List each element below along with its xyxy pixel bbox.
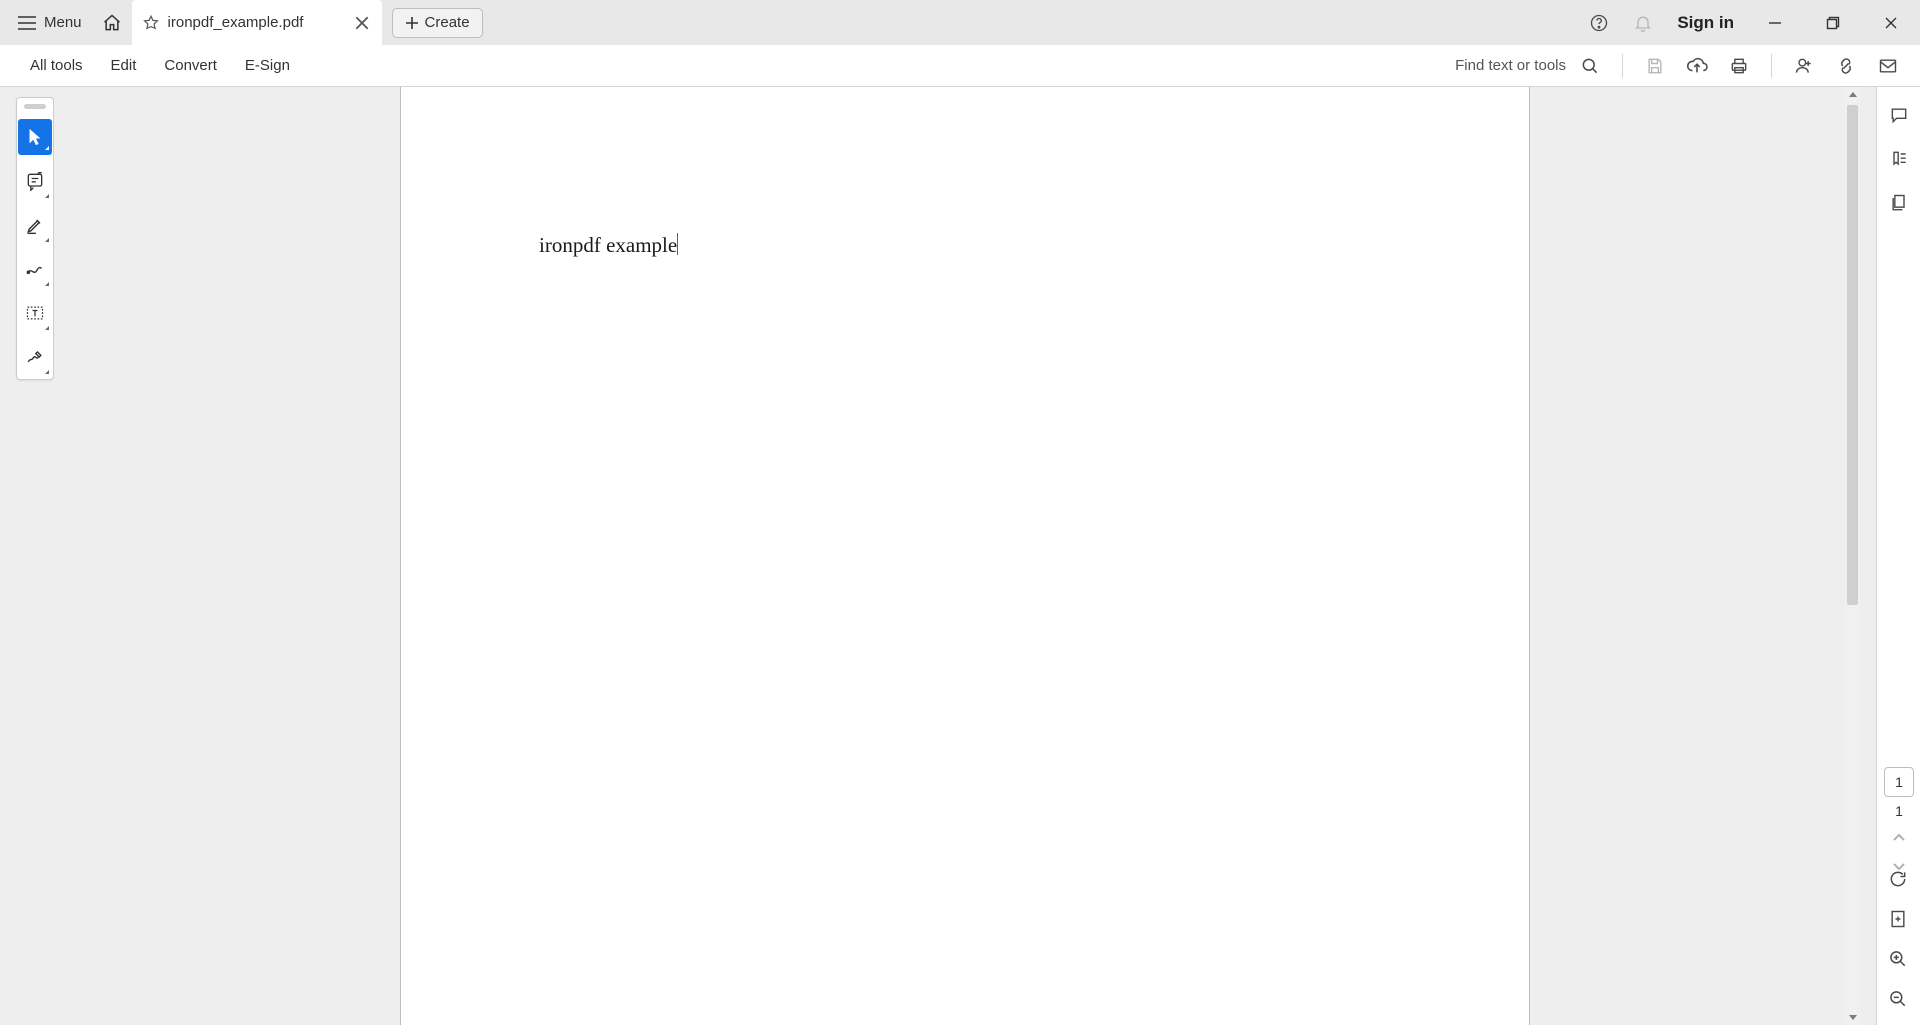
toolbar-esign[interactable]: E-Sign xyxy=(231,49,304,82)
bookmarks-panel-button[interactable] xyxy=(1881,141,1917,177)
cursor-icon xyxy=(26,127,44,147)
fit-page-icon xyxy=(1888,909,1908,929)
chevron-up-icon xyxy=(1892,832,1906,842)
comment-icon xyxy=(1889,105,1909,125)
notifications-button[interactable] xyxy=(1621,1,1665,45)
bell-icon xyxy=(1633,13,1653,33)
rotate-icon xyxy=(1888,869,1908,889)
envelope-icon xyxy=(1878,56,1898,76)
toolbar-all-tools[interactable]: All tools xyxy=(16,49,97,82)
minimize-icon xyxy=(1768,16,1782,30)
zoom-out-button[interactable] xyxy=(1882,983,1914,1015)
scroll-down-arrow[interactable] xyxy=(1845,1009,1860,1025)
signature-icon xyxy=(25,347,45,367)
scroll-thumb[interactable] xyxy=(1847,105,1858,605)
save-icon xyxy=(1645,56,1665,76)
menu-label: Menu xyxy=(44,14,82,31)
zoom-in-button[interactable] xyxy=(1882,943,1914,975)
main-area: ironpdf example 1 1 xyxy=(0,87,1920,1025)
text-caret xyxy=(677,233,678,255)
create-button[interactable]: Create xyxy=(392,8,483,38)
titlebar: Menu ironpdf_example.pdf Create Sign in xyxy=(0,0,1920,45)
toolbar-edit[interactable]: Edit xyxy=(97,49,151,82)
sticky-note-tool-button[interactable] xyxy=(18,159,52,203)
zoom-in-icon xyxy=(1888,949,1908,969)
toolbar-left: All tools Edit Convert E-Sign xyxy=(0,49,304,82)
left-toolbox xyxy=(16,97,54,380)
fit-page-button[interactable] xyxy=(1882,903,1914,935)
window-minimize-button[interactable] xyxy=(1746,1,1804,45)
plus-icon xyxy=(405,16,419,30)
chevron-down-icon xyxy=(1848,1013,1858,1021)
window-close-button[interactable] xyxy=(1862,1,1920,45)
text-box-icon xyxy=(25,303,45,323)
save-button[interactable] xyxy=(1635,48,1675,84)
document-tab[interactable]: ironpdf_example.pdf xyxy=(132,0,382,45)
toolbar: All tools Edit Convert E-Sign Find text … xyxy=(0,45,1920,87)
window-restore-button[interactable] xyxy=(1804,1,1862,45)
draw-tool-button[interactable] xyxy=(18,247,52,291)
link-icon xyxy=(1836,56,1856,76)
highlighter-icon xyxy=(25,215,45,235)
share-link-button[interactable] xyxy=(1826,48,1866,84)
star-icon xyxy=(142,14,160,32)
home-icon xyxy=(102,13,122,33)
thumbnails-panel-button[interactable] xyxy=(1881,185,1917,221)
find-label: Find text or tools xyxy=(1455,57,1568,74)
draw-icon xyxy=(25,259,45,279)
signin-button[interactable]: Sign in xyxy=(1665,13,1746,33)
search-icon xyxy=(1580,56,1600,76)
printer-icon xyxy=(1729,56,1749,76)
cloud-upload-icon xyxy=(1686,56,1708,76)
page-total: 1 xyxy=(1895,803,1903,819)
share-people-button[interactable] xyxy=(1784,48,1824,84)
sign-tool-button[interactable] xyxy=(18,335,52,379)
restore-icon xyxy=(1826,16,1840,30)
home-button[interactable] xyxy=(92,3,132,43)
signin-label: Sign in xyxy=(1677,13,1734,32)
bookmark-list-icon xyxy=(1889,149,1909,169)
email-button[interactable] xyxy=(1868,48,1908,84)
highlight-tool-button[interactable] xyxy=(18,203,52,247)
upload-button[interactable] xyxy=(1677,48,1717,84)
sticky-note-icon xyxy=(25,171,45,191)
menu-button[interactable]: Menu xyxy=(8,8,92,38)
help-button[interactable] xyxy=(1577,1,1621,45)
page-number-input[interactable]: 1 xyxy=(1884,767,1914,797)
tab-label: ironpdf_example.pdf xyxy=(168,14,346,31)
close-icon xyxy=(1884,16,1898,30)
scroll-track[interactable] xyxy=(1845,103,1860,1009)
create-label: Create xyxy=(425,14,470,31)
titlebar-right: Sign in xyxy=(1577,1,1920,45)
separator xyxy=(1771,54,1772,78)
canvas-wrap: ironpdf example xyxy=(54,87,1876,1025)
share-people-icon xyxy=(1794,56,1814,76)
rotate-button[interactable] xyxy=(1882,863,1914,895)
toolbar-right: Find text or tools xyxy=(1455,48,1920,84)
page-surface[interactable]: ironpdf example xyxy=(400,87,1530,1025)
print-button[interactable] xyxy=(1719,48,1759,84)
prev-page-button[interactable] xyxy=(1884,825,1914,849)
text-box-tool-button[interactable] xyxy=(18,291,52,335)
comments-panel-button[interactable] xyxy=(1881,97,1917,133)
zoom-out-icon xyxy=(1888,989,1908,1009)
help-icon xyxy=(1589,13,1609,33)
toolbar-convert[interactable]: Convert xyxy=(150,49,231,82)
document-body-text[interactable]: ironpdf example xyxy=(539,233,678,258)
hamburger-icon xyxy=(18,16,36,30)
separator xyxy=(1622,54,1623,78)
vertical-scrollbar[interactable] xyxy=(1845,87,1860,1025)
scroll-up-arrow[interactable] xyxy=(1845,87,1860,103)
pages-icon xyxy=(1889,193,1909,213)
search-button[interactable] xyxy=(1570,48,1610,84)
zoom-cluster xyxy=(1882,863,1914,1015)
chevron-up-icon xyxy=(1848,91,1858,99)
close-tab-icon[interactable] xyxy=(354,15,370,31)
select-tool-button[interactable] xyxy=(18,119,52,155)
grip-handle[interactable] xyxy=(24,104,46,109)
